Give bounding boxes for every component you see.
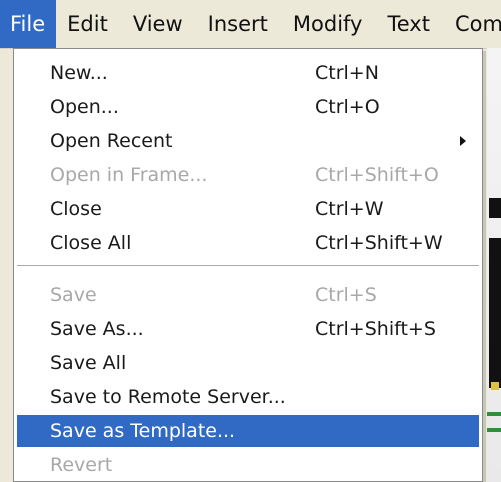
app-window: File Edit View Insert Modify Text Comm N… xyxy=(0,0,501,482)
menu-item-save: Save Ctrl+S xyxy=(17,279,479,311)
background-dark-panel xyxy=(489,238,501,388)
menu-item-close[interactable]: Close Ctrl+W xyxy=(17,193,479,225)
menu-item-label: Close xyxy=(50,198,102,220)
menu-item-label: Open Recent xyxy=(50,130,173,152)
menu-commands[interactable]: Comm xyxy=(444,0,501,48)
menu-item-new[interactable]: New... Ctrl+N xyxy=(17,57,479,89)
menu-item-label: Open in Frame... xyxy=(50,164,208,186)
menu-item-label: Close All xyxy=(50,232,132,254)
menu-item-label: Open... xyxy=(50,96,119,118)
menu-item-shortcut: Ctrl+S xyxy=(315,284,377,306)
menu-item-label: Save All xyxy=(50,352,127,374)
background-yellow-marker xyxy=(491,382,499,390)
menu-insert[interactable]: Insert xyxy=(197,0,282,48)
menu-item-shortcut: Ctrl+O xyxy=(315,96,380,118)
menu-item-shortcut: Ctrl+W xyxy=(315,198,384,220)
menu-item-save-all[interactable]: Save All xyxy=(17,347,479,379)
menu-item-save-to-remote-server[interactable]: Save to Remote Server... xyxy=(17,381,479,413)
menu-item-label: Save As... xyxy=(50,318,144,340)
menu-file[interactable]: File xyxy=(0,0,57,48)
menu-item-close-all[interactable]: Close All Ctrl+Shift+W xyxy=(17,227,479,259)
menu-item-revert: Revert xyxy=(17,449,479,481)
menu-item-label: Save to Remote Server... xyxy=(50,386,286,408)
background-dark-block xyxy=(489,198,501,218)
menu-item-open[interactable]: Open... Ctrl+O xyxy=(17,91,479,123)
menu-item-label: Save as Template... xyxy=(50,420,236,442)
menu-modify[interactable]: Modify xyxy=(282,0,377,48)
menu-edit[interactable]: Edit xyxy=(56,0,122,48)
file-menu-dropdown: New... Ctrl+N Open... Ctrl+O Open Recent… xyxy=(13,48,483,482)
menu-item-open-recent[interactable]: Open Recent xyxy=(17,125,479,157)
menu-item-shortcut: Ctrl+Shift+S xyxy=(315,318,436,340)
menu-item-shortcut: Ctrl+Shift+O xyxy=(315,164,439,186)
menu-item-shortcut: Ctrl+Shift+W xyxy=(315,232,443,254)
menu-item-save-as[interactable]: Save As... Ctrl+Shift+S xyxy=(17,313,479,345)
menu-separator xyxy=(17,265,479,267)
menu-text[interactable]: Text xyxy=(376,0,443,48)
menu-view[interactable]: View xyxy=(122,0,197,48)
menu-item-label: Save xyxy=(50,284,97,306)
menu-item-save-as-template[interactable]: Save as Template... xyxy=(17,415,479,447)
menu-item-open-in-frame: Open in Frame... Ctrl+Shift+O xyxy=(17,159,479,191)
background-green-line xyxy=(487,428,501,432)
menu-item-label: Revert xyxy=(50,454,113,476)
menu-bar: File Edit View Insert Modify Text Comm xyxy=(0,0,501,49)
menu-item-shortcut: Ctrl+N xyxy=(315,62,379,84)
background-document-edge xyxy=(487,48,501,482)
submenu-arrow-icon xyxy=(460,136,466,146)
background-green-line xyxy=(487,412,501,416)
menu-item-label: New... xyxy=(50,62,108,84)
